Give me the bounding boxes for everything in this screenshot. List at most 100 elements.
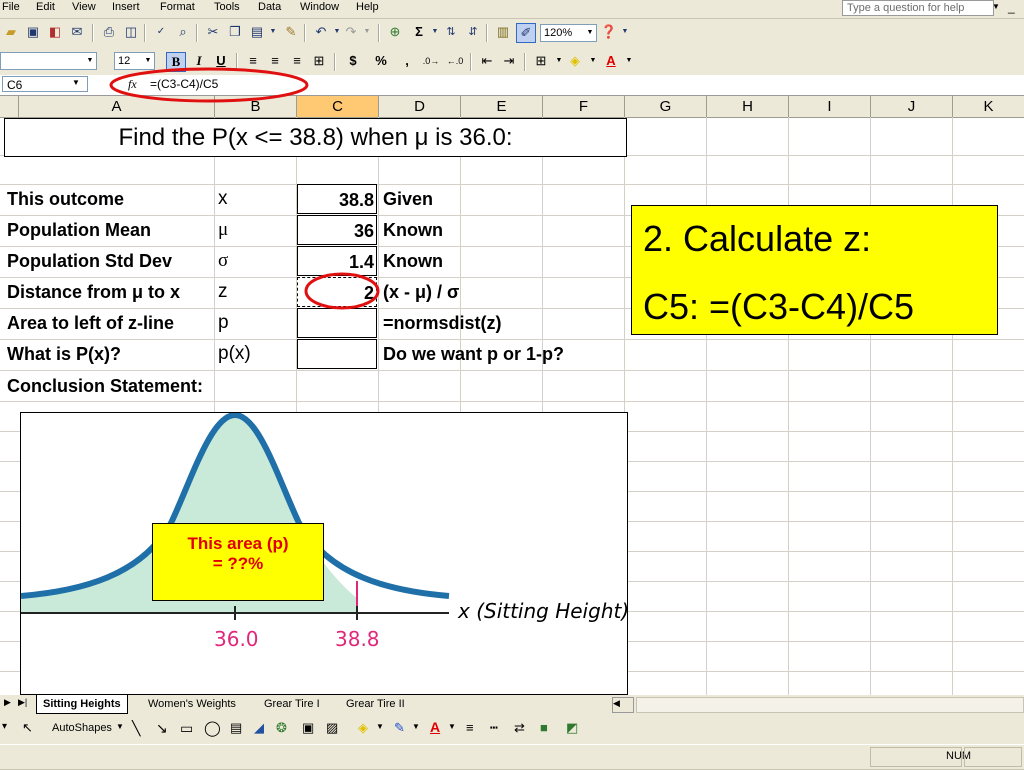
column-header-a[interactable]: A [19, 96, 215, 118]
row-label-stddev[interactable]: Population Std Dev [7, 251, 172, 272]
menu-file[interactable]: File [2, 1, 20, 13]
column-header-d[interactable]: D [379, 96, 461, 118]
column-header-g[interactable]: G [625, 96, 707, 118]
sort-ascending-icon[interactable]: ⇅ [442, 23, 460, 41]
row-note-z-formula[interactable]: (x - μ) / σ [383, 282, 459, 303]
print-icon[interactable]: ⎙ [100, 23, 118, 41]
draw-fill-dropdown-icon[interactable]: ▼ [376, 722, 384, 731]
instruction-callout[interactable]: 2. Calculate z: C5: =(C3-C4)/C5 [631, 205, 998, 335]
percent-button[interactable]: % [372, 52, 390, 70]
menu-view[interactable]: View [72, 1, 96, 13]
row-note-p-or-1-p[interactable]: Do we want p or 1-p? [383, 344, 564, 365]
open-icon[interactable]: ▰ [2, 23, 20, 41]
currency-button[interactable]: $ [344, 52, 362, 70]
increase-decimal-icon[interactable]: .0→ [422, 52, 440, 70]
picture-icon[interactable]: ▨ [326, 720, 338, 736]
arrow-style-icon[interactable]: ⇄ [514, 720, 525, 736]
font-color-icon[interactable]: A [602, 52, 620, 70]
column-header-e[interactable]: E [461, 96, 543, 118]
font-dropdown-icon[interactable]: ▼ [85, 53, 95, 69]
normal-curve-picture[interactable]: 36.0 38.8 x (Sitting Height) This area (… [20, 412, 629, 695]
cell-stddev-value[interactable]: 1.4 [297, 246, 377, 276]
draw-font-color-dropdown-icon[interactable]: ▼ [448, 722, 456, 731]
ask-dropdown-icon[interactable]: ▼ [992, 2, 1000, 11]
row-label-outcome[interactable]: This outcome [7, 189, 124, 210]
fill-color-dropdown-icon[interactable]: ▼ [584, 52, 602, 70]
row-symbol-mu[interactable]: μ [218, 219, 228, 241]
row-symbol-z[interactable]: z [218, 281, 228, 303]
decrease-indent-icon[interactable]: ⇤ [478, 52, 496, 70]
decrease-decimal-icon[interactable]: ←.0 [446, 52, 464, 70]
arrow-icon[interactable]: ↘ [156, 720, 168, 737]
permission-icon[interactable]: ◧ [46, 23, 64, 41]
menu-help[interactable]: Help [356, 1, 379, 13]
sort-descending-icon[interactable]: ⇵ [464, 23, 482, 41]
diagram-icon[interactable]: ❂ [276, 720, 287, 736]
align-right-icon[interactable]: ≡ [288, 52, 306, 70]
font-color-dropdown-icon[interactable]: ▼ [620, 52, 638, 70]
clipart-icon[interactable]: ▣ [302, 720, 314, 736]
increase-indent-icon[interactable]: ⇥ [500, 52, 518, 70]
conclusion-label[interactable]: Conclusion Statement: [7, 376, 203, 397]
tab-grear-tire-1[interactable]: Grear Tire I [264, 695, 320, 713]
row-label-area[interactable]: Area to left of z-line [7, 313, 174, 334]
line-color-icon[interactable]: ✎ [394, 720, 405, 736]
sheet-title[interactable]: Find the P(x <= 38.8) when μ is 36.0: [4, 118, 627, 157]
column-header-h[interactable]: H [707, 96, 789, 118]
row-label-mean[interactable]: Population Mean [7, 220, 151, 241]
menu-data[interactable]: Data [258, 1, 281, 13]
email-icon[interactable]: ✉ [68, 23, 86, 41]
cut-icon[interactable]: ✂ [204, 23, 222, 41]
textbox-icon[interactable]: ▤ [230, 720, 242, 736]
comma-button[interactable]: , [398, 52, 416, 70]
zoom-select[interactable]: 120% ▼ [540, 24, 597, 42]
column-header-c[interactable]: C [297, 96, 379, 118]
row-label-px[interactable]: What is P(x)? [7, 344, 121, 365]
spelling-icon[interactable]: ✓ [152, 23, 170, 41]
column-header-f[interactable]: F [543, 96, 625, 118]
select-all-corner[interactable] [0, 96, 19, 118]
wordart-icon[interactable]: ◢ [254, 720, 264, 736]
column-header-b[interactable]: B [215, 96, 297, 118]
row-symbol-px[interactable]: p(x) [218, 343, 251, 365]
cell-px-value[interactable] [297, 339, 377, 369]
align-center-icon[interactable]: ≡ [266, 52, 284, 70]
row-note-known-stddev[interactable]: Known [383, 251, 443, 272]
horizontal-scrollbar[interactable] [636, 697, 1024, 713]
column-header-k[interactable]: K [953, 96, 1024, 118]
borders-icon[interactable]: ⊞ [532, 52, 550, 70]
merge-center-icon[interactable]: ⊞ [310, 52, 328, 70]
column-header-j[interactable]: J [871, 96, 953, 118]
draw-menu-dropdown-icon[interactable]: ▾ [2, 721, 7, 732]
tab-scroll-prev-icon[interactable]: ▶ [4, 697, 11, 708]
row-symbol-sigma[interactable]: σ [218, 250, 228, 272]
dash-style-icon[interactable]: ┅ [490, 720, 498, 736]
row-label-distance[interactable]: Distance from μ to x [7, 282, 180, 303]
ask-question-box[interactable]: Type a question for help [842, 0, 994, 16]
3d-style-icon[interactable]: ◩ [566, 720, 578, 736]
shadow-style-icon[interactable]: ■ [540, 720, 548, 735]
tab-scroll-last-icon[interactable]: ▶| [18, 697, 27, 708]
oval-icon[interactable]: ◯ [204, 719, 221, 737]
cell-mean-value[interactable]: 36 [297, 215, 377, 245]
fx-icon[interactable]: fx [128, 77, 137, 92]
row-note-given[interactable]: Given [383, 189, 433, 210]
autoshapes-menu[interactable]: AutoShapes [52, 722, 112, 734]
menu-edit[interactable]: Edit [36, 1, 55, 13]
name-box-dropdown-icon[interactable]: ▼ [72, 78, 80, 87]
drawing-icon[interactable]: ✐ [516, 23, 536, 43]
line-style-icon[interactable]: ≡ [466, 720, 474, 735]
fill-color-icon[interactable]: ◈ [566, 52, 584, 70]
paste-dropdown-icon[interactable]: ▼ [264, 23, 282, 41]
row-note-normsdist[interactable]: =normsdist(z) [383, 313, 502, 334]
format-painter-icon[interactable]: ✎ [282, 23, 300, 41]
cell-z-value[interactable]: 2 [297, 277, 377, 307]
row-symbol-x[interactable]: x [218, 188, 228, 210]
menu-tools[interactable]: Tools [214, 1, 240, 13]
zoom-dropdown-icon[interactable]: ▼ [585, 25, 595, 41]
cell-outcome-value[interactable]: 38.8 [297, 184, 377, 214]
copy-icon[interactable]: ❐ [226, 23, 244, 41]
research-icon[interactable]: ⌕ [174, 23, 192, 41]
align-left-icon[interactable]: ≡ [244, 52, 262, 70]
formula-input[interactable]: =(C3-C4)/C5 [150, 77, 218, 91]
